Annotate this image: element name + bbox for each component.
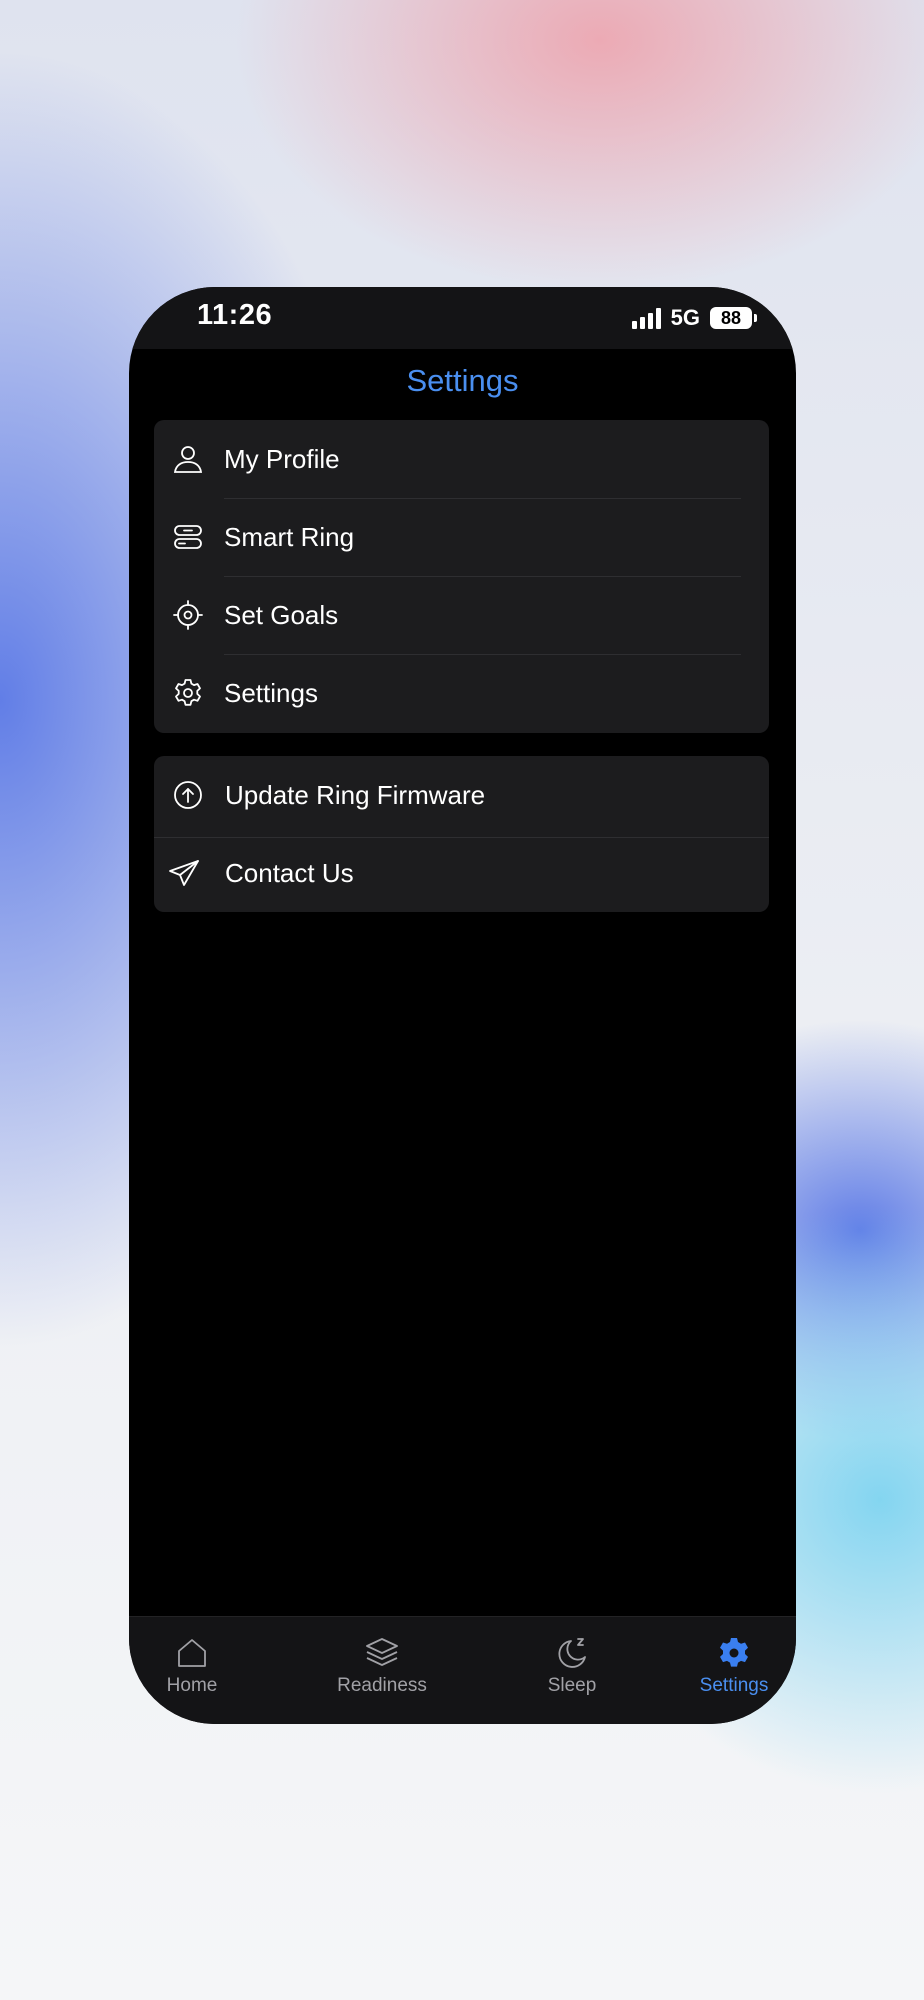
menu-item-set-goals[interactable]: Set Goals <box>154 576 769 654</box>
status-indicators: 5G 88 <box>631 305 757 331</box>
tab-settings[interactable]: Settings <box>674 1635 794 1697</box>
gear-icon <box>175 679 201 706</box>
gear-filled-icon <box>720 1638 748 1667</box>
battery-level: 88 <box>720 307 742 328</box>
network-type: 5G <box>670 305 700 330</box>
menu-group-secondary: Update Ring Firmware Contact Us <box>154 756 769 912</box>
menu-item-label: Set Goals <box>224 599 339 630</box>
paper-plane-icon <box>169 860 199 886</box>
menu-item-label: Smart Ring <box>224 521 355 552</box>
upload-circle-icon <box>174 781 202 809</box>
menu-item-label: Contact Us <box>225 857 354 888</box>
layers-icon <box>366 1638 398 1666</box>
tab-label: Home <box>166 1675 218 1696</box>
status-time: 11:26 <box>197 299 273 331</box>
tab-readiness[interactable]: Readiness <box>322 1635 442 1697</box>
tab-label: Readiness <box>337 1675 427 1696</box>
phone-frame: 11:26 5G 88 Settings My Profile Smart Ri… <box>129 287 796 1724</box>
menu-item-label: Settings <box>224 677 318 708</box>
tab-bar: Home Readiness Sleep Settings <box>129 1616 796 1724</box>
tab-label: Settings <box>699 1675 769 1696</box>
moon-icon <box>558 1638 586 1668</box>
menu-item-smart-ring[interactable]: Smart Ring <box>154 498 769 576</box>
tab-home[interactable]: Home <box>132 1635 252 1697</box>
person-icon <box>173 446 203 473</box>
tab-sleep[interactable]: Sleep <box>512 1635 632 1697</box>
home-icon <box>178 1639 206 1667</box>
menu-item-my-profile[interactable]: My Profile <box>154 420 769 498</box>
target-icon <box>173 600 203 630</box>
menu-item-label: Update Ring Firmware <box>225 779 486 810</box>
status-bar: 11:26 5G 88 <box>129 287 796 349</box>
menu-item-contact-us[interactable]: Contact Us <box>154 834 769 912</box>
menu-group-primary: My Profile Smart Ring Set Goals Settings <box>154 420 769 733</box>
menu-item-label: My Profile <box>224 443 340 474</box>
menu-item-settings[interactable]: Settings <box>154 654 769 732</box>
battery-icon: 88 <box>710 307 757 329</box>
menu-item-update-firmware[interactable]: Update Ring Firmware <box>154 756 769 834</box>
ring-icon <box>174 525 202 549</box>
page-title: Settings <box>406 363 519 398</box>
signal-icon <box>631 307 661 329</box>
tab-label: Sleep <box>547 1675 597 1696</box>
